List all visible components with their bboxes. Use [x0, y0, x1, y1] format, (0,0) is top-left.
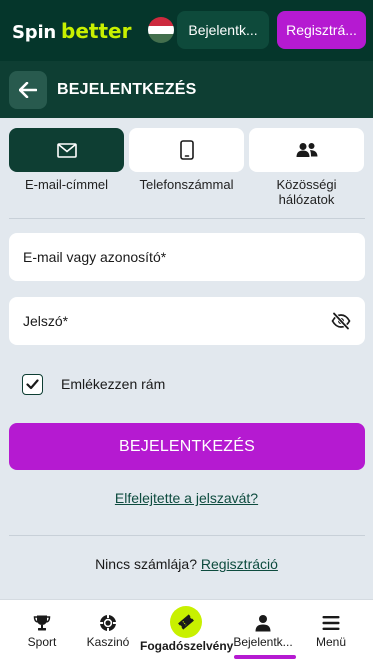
header-register-button[interactable]: Regisztrá... [277, 11, 366, 49]
page-header: BEJELENTKEZÉS [0, 61, 373, 118]
casino-chip-icon [100, 615, 116, 631]
nav-item-casino[interactable]: Kaszinó [78, 600, 138, 664]
email-field[interactable]: E-mail vagy azonosító* [9, 233, 365, 281]
logo-better-text: better [61, 19, 132, 43]
back-button[interactable] [9, 71, 47, 109]
remember-me-checkbox[interactable] [22, 374, 43, 395]
header-login-button[interactable]: Bejelentk... [177, 11, 269, 49]
checkmark-icon [26, 379, 39, 390]
register-link[interactable]: Regisztráció [201, 556, 278, 572]
nav-item-sport[interactable]: Sport [12, 600, 72, 664]
bottom-navigation: Sport Kaszinó Fogadószelvény Bejelentk..… [0, 599, 373, 664]
tab-phone[interactable] [129, 128, 244, 172]
ticket-icon [178, 614, 194, 630]
hungary-flag-icon[interactable] [148, 17, 174, 43]
tab-email-label: E-mail-címmel [24, 177, 109, 192]
nav-label-sport: Sport [27, 635, 57, 649]
tab-email[interactable] [9, 128, 124, 172]
user-icon [255, 615, 271, 632]
eye-slash-icon[interactable] [331, 311, 351, 331]
envelope-icon [56, 142, 77, 158]
page-title: BEJELENTKEZÉS [57, 81, 197, 98]
hamburger-menu-icon [322, 616, 340, 630]
email-field-label: E-mail vagy azonosító* [23, 249, 167, 265]
tab-social-label: Közösségi hálózatok [276, 177, 337, 207]
nav-label-login: Bejelentk... [233, 635, 293, 649]
active-tab-indicator [234, 655, 296, 659]
bet-slip-button[interactable] [170, 606, 202, 638]
arrow-left-icon [19, 82, 37, 98]
tab-social[interactable] [249, 128, 364, 172]
divider [9, 535, 365, 536]
spinbetter-logo[interactable]: Spin better [12, 19, 131, 43]
users-icon [296, 143, 317, 157]
login-submit-button[interactable]: BEJELENTKEZÉS [9, 423, 365, 470]
tab-phone-label: Telefonszámmal [139, 177, 234, 192]
nav-item-menu[interactable]: Menü [301, 600, 361, 664]
nav-label-menu: Menü [315, 635, 347, 649]
phone-icon [179, 140, 194, 160]
forgot-password-link[interactable]: Elfelejtette a jelszavát? [0, 490, 373, 506]
remember-me-label: Emlékezzen rám [61, 376, 166, 392]
logo-spin-text: Spin [12, 22, 57, 43]
top-header: Spin better Bejelentk... Regisztrá... [0, 0, 373, 61]
password-field[interactable]: Jelszó* [9, 297, 365, 345]
trophy-icon [33, 615, 51, 631]
nav-label-casino: Kaszinó [86, 635, 130, 649]
divider [9, 218, 365, 219]
no-account-text: Nincs számlája? Regisztráció [0, 556, 373, 572]
nav-label-bet-slip: Fogadószelvény [140, 639, 234, 653]
password-field-label: Jelszó* [23, 313, 69, 329]
no-account-label: Nincs számlája? [95, 556, 197, 572]
